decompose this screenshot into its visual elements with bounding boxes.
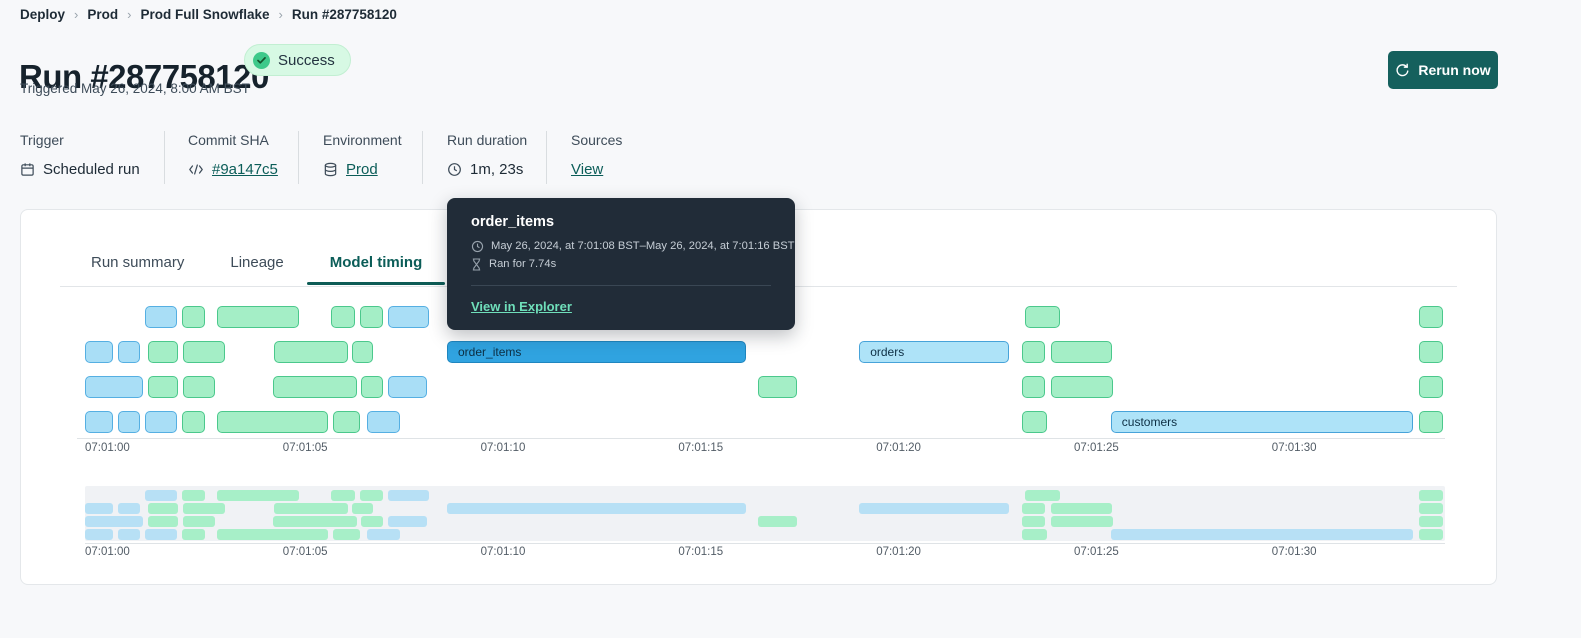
tab-model-timing[interactable]: Model timing (306, 248, 446, 285)
view-in-explorer-link[interactable]: View in Explorer (471, 299, 572, 314)
model-bar[interactable] (1024, 306, 1060, 328)
model-bar-orders[interactable]: orders (859, 341, 1010, 363)
meta-divider (422, 131, 423, 184)
model-bar[interactable] (117, 341, 140, 363)
meta-column-trigger: Trigger Scheduled run (20, 132, 140, 178)
model-bar[interactable] (359, 306, 383, 328)
meta-value-text[interactable]: View (571, 161, 603, 178)
meta-label: Sources (571, 132, 623, 148)
clock-icon (447, 162, 462, 177)
model-bar[interactable] (1419, 306, 1444, 328)
meta-value-text: 1m, 23s (470, 161, 524, 178)
meta-column-commit-sha: Commit SHA #9a147c5 (188, 132, 278, 178)
meta-value: #9a147c5 (188, 161, 278, 178)
model-bar[interactable] (361, 376, 383, 398)
model-bar[interactable] (272, 376, 358, 398)
hourglass-icon (471, 258, 482, 271)
model-bar[interactable] (388, 306, 430, 328)
meta-label: Environment (323, 132, 402, 148)
clock-icon (471, 240, 484, 253)
tab-run-summary[interactable]: Run summary (68, 248, 207, 285)
breadcrumb-separator: › (278, 7, 283, 22)
model-bar[interactable] (147, 341, 178, 363)
model-bar-order_items[interactable]: order_items (447, 341, 747, 363)
model-bar[interactable] (85, 341, 114, 363)
meta-column-environment: Environment Prod (323, 132, 402, 178)
model-bar[interactable] (85, 376, 144, 398)
model-bar-label: order_items (458, 345, 522, 359)
status-badge-label: Success (278, 51, 335, 69)
meta-label: Trigger (20, 132, 64, 148)
tooltip-time-range: May 26, 2024, at 7:01:08 BST–May 26, 202… (491, 240, 795, 252)
model-bar[interactable] (145, 306, 178, 328)
tooltip-divider (471, 285, 771, 286)
model-bar[interactable] (147, 376, 178, 398)
model-bar[interactable] (757, 376, 798, 398)
model-bar[interactable] (388, 376, 427, 398)
rerun-now-button[interactable]: Rerun now (1388, 51, 1498, 89)
model-bar[interactable] (331, 306, 355, 328)
refresh-icon (1395, 63, 1410, 78)
model-bar[interactable] (217, 411, 328, 433)
meta-divider (298, 131, 299, 184)
meta-label: Run duration (447, 132, 528, 148)
meta-value-text[interactable]: #9a147c5 (212, 161, 278, 178)
meta-column-sources: Sources View (571, 132, 622, 178)
meta-value: Prod (323, 161, 402, 178)
meta-value-text: Scheduled run (43, 161, 140, 178)
breadcrumb: Deploy › Prod › Prod Full Snowflake › Run #287… (20, 7, 397, 22)
model-bar[interactable] (1051, 341, 1112, 363)
model-bar-label: customers (1121, 415, 1178, 429)
model-bar[interactable] (1022, 341, 1046, 363)
meta-value-text[interactable]: Prod (346, 161, 378, 178)
breadcrumb-item-prod[interactable]: Prod (87, 7, 118, 22)
meta-divider (546, 131, 547, 184)
model-bar[interactable] (85, 411, 114, 433)
model-bar-customers[interactable]: customers (1110, 411, 1413, 433)
tab-lineage[interactable]: Lineage (207, 248, 306, 285)
model-bar[interactable] (1419, 411, 1444, 433)
code-icon (188, 163, 204, 176)
tooltip-duration: Ran for 7.74s (489, 258, 557, 270)
success-check-icon (253, 51, 270, 69)
meta-column-run-duration: Run duration 1m, 23s (447, 132, 527, 178)
meta-divider (164, 131, 165, 184)
model-bar[interactable] (181, 411, 205, 433)
model-bar[interactable] (1419, 341, 1444, 363)
status-badge: Success (244, 44, 351, 76)
breadcrumb-item-prod-full-snowflake[interactable]: Prod Full Snowflake (140, 7, 269, 22)
meta-value: 1m, 23s (447, 161, 527, 178)
rerun-now-label: Rerun now (1418, 62, 1491, 78)
triggered-timestamp: Triggered May 26, 2024, 8:00 AM BST (20, 81, 250, 96)
model-bar[interactable] (1022, 411, 1048, 433)
model-bar[interactable] (145, 411, 178, 433)
model-bar[interactable] (217, 306, 299, 328)
breadcrumb-separator: › (74, 7, 79, 22)
meta-value: View (571, 161, 622, 178)
overview-brush-area[interactable] (85, 486, 1445, 541)
meta-value: Scheduled run (20, 161, 140, 178)
model-bar[interactable] (1022, 376, 1046, 398)
model-bar[interactable] (1419, 376, 1444, 398)
model-bar[interactable] (181, 306, 205, 328)
breadcrumb-item-deploy[interactable]: Deploy (20, 7, 65, 22)
meta-label: Commit SHA (188, 132, 269, 148)
model-bar[interactable] (367, 411, 400, 433)
model-bar[interactable] (183, 341, 225, 363)
model-bar[interactable] (1051, 376, 1114, 398)
breadcrumb-item-run-287758120: Run #287758120 (291, 7, 397, 22)
model-tooltip: order_items May 26, 2024, at 7:01:08 BST… (447, 198, 795, 330)
model-bar[interactable] (183, 376, 216, 398)
model-bar-label: orders (870, 345, 905, 359)
calendar-icon (20, 162, 35, 177)
database-icon (323, 162, 338, 177)
tooltip-model-name: order_items (471, 214, 555, 230)
model-bar[interactable] (274, 341, 349, 363)
model-bar[interactable] (333, 411, 360, 433)
breadcrumb-separator: › (127, 7, 132, 22)
model-bar[interactable] (117, 411, 140, 433)
model-bar[interactable] (352, 341, 373, 363)
